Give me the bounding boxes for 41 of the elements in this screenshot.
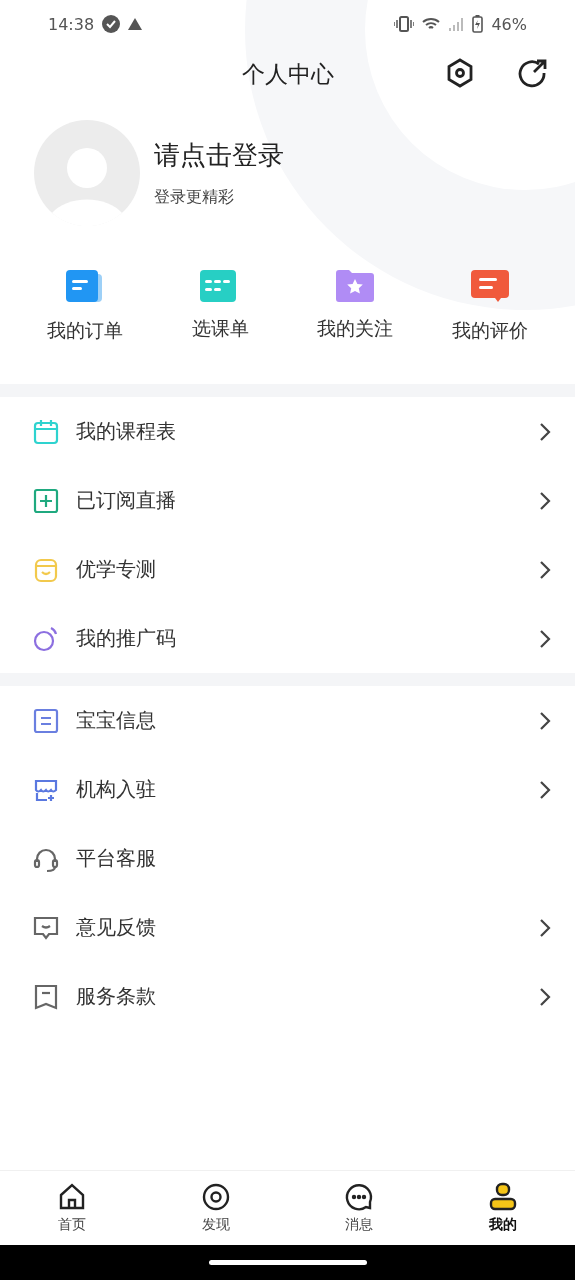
target-icon: [200, 1182, 231, 1212]
chat-bubble-icon: [344, 1182, 375, 1212]
plus-square-icon: [32, 486, 60, 515]
menu-item[interactable]: 优学专测: [76, 556, 523, 583]
tab-label[interactable]: 发现: [201, 1216, 230, 1234]
menu-item[interactable]: 意见反馈: [76, 914, 523, 941]
comment-icon: [470, 270, 509, 304]
menu-item[interactable]: 宝宝信息: [76, 707, 523, 734]
tab-label[interactable]: 消息: [345, 1216, 374, 1234]
star-folder-icon: [335, 270, 374, 302]
shortcut-label[interactable]: 选课单: [191, 316, 249, 342]
vibrate-icon: [394, 16, 415, 32]
tab-label[interactable]: 我的: [489, 1216, 518, 1234]
status-time: 14:38: [48, 14, 95, 34]
page-title: 个人中心: [241, 59, 334, 89]
menu-item[interactable]: 机构入驻: [76, 776, 523, 803]
shortcut-label[interactable]: 我的订单: [47, 318, 124, 344]
check-circle-icon: [102, 15, 121, 33]
bookmark-icon: [32, 982, 60, 1011]
calendar-icon: [32, 417, 60, 446]
menu-item[interactable]: 我的课程表: [76, 418, 523, 445]
menu-item[interactable]: 已订阅直播: [76, 487, 523, 514]
tab-label[interactable]: 首页: [57, 1216, 86, 1234]
ring-icon: [32, 624, 60, 653]
menu-item[interactable]: 平台客服: [76, 845, 551, 872]
wifi-icon: [422, 17, 441, 31]
battery-percentage: 46%: [491, 14, 527, 34]
signal-icon: [448, 17, 465, 31]
shortcut-label[interactable]: 我的关注: [316, 316, 393, 342]
settings-icon[interactable]: [445, 58, 475, 88]
battery-icon: [472, 15, 484, 33]
shortcut-label[interactable]: 我的评价: [451, 318, 528, 344]
login-subtitle: 登录更精彩: [154, 187, 235, 208]
id-card-icon: [32, 706, 60, 735]
user-icon: [488, 1182, 519, 1212]
document-icon: [66, 270, 105, 304]
warning-icon: [128, 18, 143, 30]
menu-item[interactable]: 服务条款: [76, 983, 523, 1010]
menu-item[interactable]: 我的推广码: [76, 625, 523, 652]
login-prompt[interactable]: 请点击登录: [154, 138, 284, 173]
refresh-icon[interactable]: [517, 58, 547, 88]
